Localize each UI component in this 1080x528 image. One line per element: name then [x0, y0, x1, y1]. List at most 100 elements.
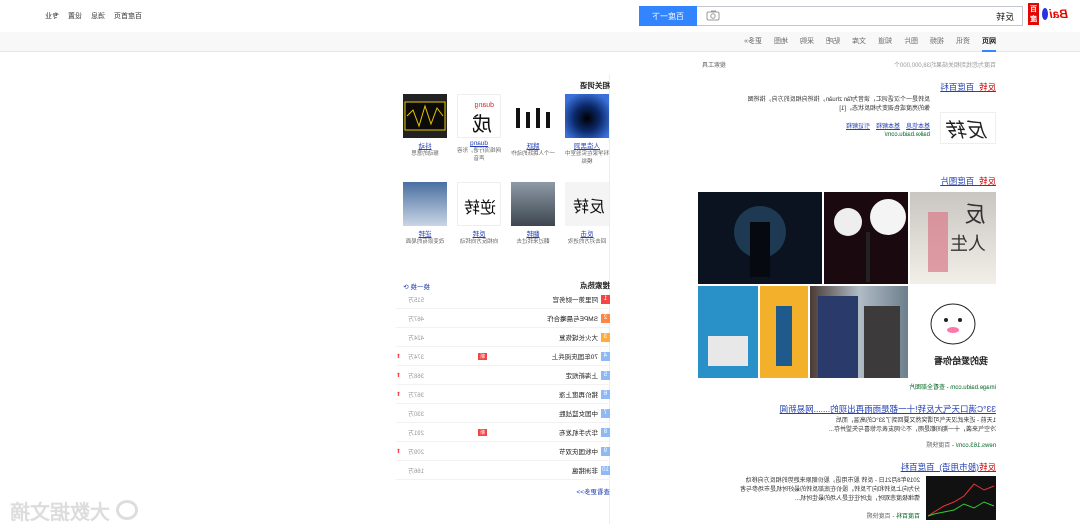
result-abstract: 1天前 - 近来武汉天气可谓突然又要回到了33°C的高温，而后 冷空气来袭，十一… — [828, 418, 996, 433]
hot-row[interactable]: 2 SMPE与晨曦合作 467万 — [396, 309, 610, 328]
svg-text:反: 反 — [964, 203, 986, 228]
arrow-up-icon: ⬆ — [396, 353, 402, 360]
tab-news[interactable]: 资讯 — [956, 32, 970, 52]
watermark-logo-icon — [116, 500, 138, 520]
superhero-icon — [818, 296, 900, 378]
result-url[interactable]: news.163.com/ - 百度快照 — [926, 440, 996, 449]
link-citation[interactable]: 引证解释 — [846, 121, 870, 130]
svg-text:逆转: 逆转 — [464, 198, 496, 217]
result-url[interactable]: baike.baidu.com/ — [885, 132, 930, 138]
tab-video[interactable]: 视频 — [930, 32, 944, 52]
svg-text:我的爱给你看: 我的爱给你看 — [934, 355, 988, 366]
poster-icon — [708, 336, 748, 366]
anime-figure-icon: 反人生 — [928, 203, 986, 272]
result-title-news[interactable]: 33°C满口天气大反转!十一都是雨雨再出现的.......网易新闻 — [780, 403, 996, 415]
image-grid: 反人生 我的爱给你看 — [698, 192, 996, 380]
baidu-logo[interactable]: Bai 百度 — [1028, 3, 1068, 25]
link-basic-explain[interactable]: 基本解释 — [876, 121, 900, 130]
svg-text:人生: 人生 — [950, 234, 986, 255]
result-abstract: 2019年8月21日 - 反转 股市用语，股价朝原来趋势的相反方向移动 分为向上… — [739, 478, 920, 502]
result-title-stock[interactable]: 反转(股市用语)_百度百科 — [901, 461, 996, 473]
stock-chart-thumbnail[interactable] — [926, 476, 996, 520]
svg-text:反转: 反转 — [573, 197, 605, 216]
watermark: 大数据文摘 — [6, 496, 138, 524]
image-thumb[interactable]: 我的爱给你看 — [910, 286, 996, 378]
result-title[interactable]: 反转_百度百科 — [940, 81, 996, 93]
result-abstract: 反转是一个汉语词汇，读音为fǎn zhuǎn，指将向相反的方向，指将图 像的亮度… — [747, 97, 930, 112]
top-link-settings[interactable]: 设置 — [68, 11, 82, 21]
hot-row[interactable]: 6 猪价再度上涨 367万 ⬆ — [396, 385, 610, 404]
tab-more[interactable]: 更多» — [744, 32, 762, 52]
tab-caigou[interactable]: 采购 — [800, 32, 814, 52]
poster-icon — [776, 306, 792, 366]
image-thumb[interactable] — [760, 286, 808, 378]
search-button[interactable]: 百度一下 — [639, 6, 697, 26]
related-item[interactable]: 反转 反击 回击对方的进攻 — [564, 182, 610, 246]
reversal-art-icon: 反转 — [565, 182, 609, 226]
mirrored-page: Bai 百度 百度一下 百度首页 消息 设置 专业 网页 资讯 视频 图片 知道… — [0, 0, 1080, 528]
baike-thumbnail[interactable]: 反转 — [940, 112, 996, 144]
related-item[interactable]: 人造黑洞 科学家在实验室中模拟 — [564, 94, 610, 166]
search-box — [697, 6, 1023, 26]
tab-web[interactable]: 网页 — [982, 32, 996, 52]
top-link-messages[interactable]: 消息 — [91, 11, 105, 21]
related-title: 相关词语 — [580, 81, 610, 90]
oscilloscope-icon — [403, 94, 447, 138]
top-links: 百度首页 消息 设置 专业 — [10, 11, 142, 21]
duang-label: duang — [474, 102, 494, 109]
search-input[interactable] — [697, 7, 1022, 25]
image-thumb[interactable] — [824, 192, 908, 284]
svg-text:成: 成 — [472, 112, 492, 136]
arrow-up-icon: ⬆ — [396, 391, 402, 398]
hot-row[interactable]: 3 大火长城恢复 424万 — [396, 328, 610, 347]
paw-icon — [1042, 8, 1049, 20]
header: Bai 百度 百度一下 百度首页 消息 设置 专业 — [0, 0, 1080, 32]
logo-cn: 百度 — [1028, 3, 1040, 25]
arrow-up-icon: ⬆ — [396, 448, 402, 455]
related-item[interactable]: 跳跃 一个人跳跃的动作 — [510, 94, 556, 158]
new-badge: 新 — [478, 428, 488, 436]
calligraphy-icon: 逆转 — [457, 182, 501, 226]
related-item[interactable]: 翻转 翻过来转过去 — [510, 182, 556, 246]
related-item[interactable]: 逆转 反转 向相反方向转动 — [456, 182, 502, 246]
camera-icon[interactable] — [706, 10, 720, 21]
hot-row[interactable]: 8 华为手机发布 新 291万 — [396, 423, 610, 442]
image-thumb[interactable] — [810, 286, 908, 378]
result-title-images[interactable]: 反转_百度图片 — [940, 175, 996, 187]
people-photo-icon — [403, 182, 447, 226]
image-thumb[interactable] — [698, 286, 758, 378]
search-tools-button[interactable]: 搜索工具 — [702, 60, 726, 69]
image-thumb[interactable]: 反人生 — [910, 192, 996, 284]
cartoon-rabbit-icon: 我的爱给你看 — [930, 303, 988, 366]
related-item[interactable]: duang 成 duang 网络流行语，形容声音 — [456, 94, 502, 163]
hot-row[interactable]: 1 阿里第一财务官 515万 — [396, 290, 610, 309]
more-hot-link[interactable]: 查看更多>> — [576, 486, 610, 496]
tab-images[interactable]: 图片 — [904, 32, 918, 52]
hot-row[interactable]: 7 中国女篮战胜 330万 — [396, 404, 610, 423]
hot-row[interactable]: 10 非洲猪瘟 166万 — [396, 461, 610, 480]
hooded-figure-icon — [734, 206, 786, 277]
candlestick-icon — [927, 483, 995, 517]
result-url[interactable]: 百度百科 - 百度快照 — [867, 511, 920, 520]
tab-bar: 网页 资讯 视频 图片 知道 文库 贴吧 采购 地图 更多» — [0, 32, 1080, 52]
black-hole-icon — [565, 94, 609, 138]
hot-row[interactable]: 4 70年国庆阅兵上 新 374万 ⬆ — [396, 347, 610, 366]
jumping-people-icon — [511, 94, 555, 138]
hot-row[interactable]: 9 中秋国庆双节 209万 ⬆ — [396, 442, 610, 461]
related-item[interactable]: 逆转 改变原有的局面 — [402, 182, 448, 246]
result-url[interactable]: image.baidu.com - 查看全部图片 — [909, 382, 996, 391]
link-basic-info[interactable]: 基本信息 — [906, 121, 930, 130]
top-link-pro[interactable]: 专业 — [45, 11, 59, 21]
tab-tieba[interactable]: 贴吧 — [826, 32, 840, 52]
duang-character-icon: duang 成 — [457, 94, 501, 138]
tab-map[interactable]: 地图 — [774, 32, 788, 52]
hot-row[interactable]: 5 上海新规定 368万 ⬆ — [396, 366, 610, 385]
top-link-home[interactable]: 百度首页 — [114, 11, 142, 21]
tab-zhidao[interactable]: 知道 — [878, 32, 892, 52]
landscape-icon — [511, 182, 555, 226]
related-item[interactable]: 抖动 振动的意思 — [402, 94, 448, 158]
sakura-tree-icon — [824, 192, 908, 284]
tab-wenku[interactable]: 文库 — [852, 32, 866, 52]
image-thumb[interactable] — [698, 192, 822, 284]
arrow-up-icon: ⬆ — [396, 372, 402, 379]
